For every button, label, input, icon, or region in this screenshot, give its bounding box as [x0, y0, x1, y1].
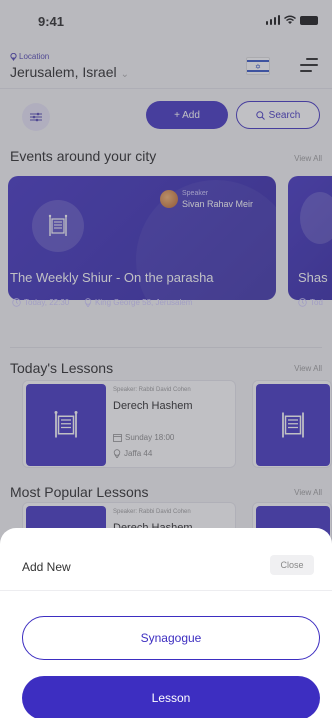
- app-screen: 9:41 Location Jerusalem, Israel ⌄ ✡ + Add…: [0, 0, 332, 718]
- add-new-sheet: Add New Close Synagogue Lesson: [0, 528, 332, 718]
- synagogue-button[interactable]: Synagogue: [22, 616, 320, 660]
- lesson-button[interactable]: Lesson: [22, 676, 320, 718]
- sheet-divider: [0, 590, 332, 591]
- close-button[interactable]: Close: [270, 555, 314, 575]
- sheet-title: Add New: [22, 560, 71, 574]
